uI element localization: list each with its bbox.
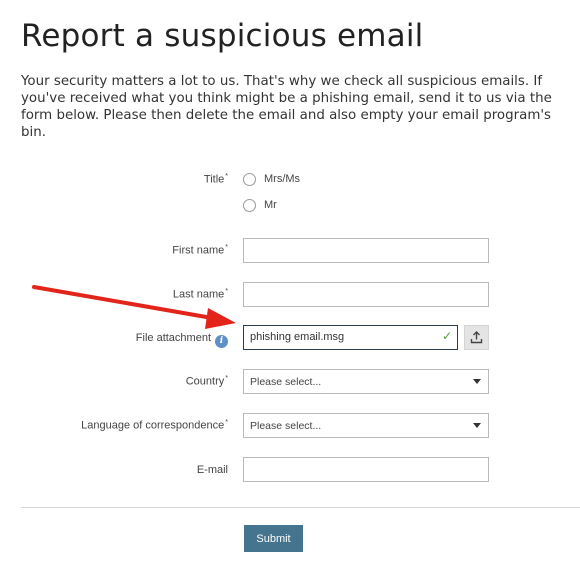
language-select[interactable]: Please select... [243,413,489,438]
language-selected-value: Please select... [250,420,322,432]
radio-mrs-ms-label: Mrs/Ms [264,173,301,185]
file-attachment-input[interactable]: phishing email.msg ✓ [243,325,458,350]
radio-mrs-ms[interactable] [243,172,256,186]
country-selected-value: Please select... [250,376,322,388]
info-icon[interactable]: i [215,335,228,348]
radio-mr[interactable] [243,198,256,212]
last-name-label: Last name* [172,288,228,301]
radio-mr-label: Mr [264,199,277,211]
submit-button[interactable]: Submit [244,525,303,552]
upload-button[interactable] [464,325,489,350]
page-title: Report a suspicious email [21,18,424,54]
arrow-head [205,308,236,329]
chevron-down-icon [473,379,481,384]
file-attachment-label: File attachment i [136,332,228,348]
chevron-down-icon [473,423,481,428]
title-label: Title* [203,173,228,186]
intro-text: Your security matters a lot to us. That'… [21,74,552,140]
checkmark-icon: ✓ [441,329,452,343]
first-name-input[interactable] [243,238,489,263]
upload-icon [470,331,483,344]
country-label: Country* [185,375,228,388]
last-name-input[interactable] [243,282,489,307]
title-option-mrs[interactable]: Mrs/Ms [243,171,300,187]
email-label: E-mail [196,464,228,476]
file-attachment-value: phishing email.msg [250,331,345,343]
language-label: Language of correspondence* [81,419,228,432]
country-select[interactable]: Please select... [243,369,489,394]
first-name-label: First name* [172,244,228,257]
email-input[interactable] [243,457,489,482]
report-email-page: Report a suspicious email Your security … [0,0,580,563]
title-option-mr[interactable]: Mr [243,197,277,213]
divider [21,507,580,508]
